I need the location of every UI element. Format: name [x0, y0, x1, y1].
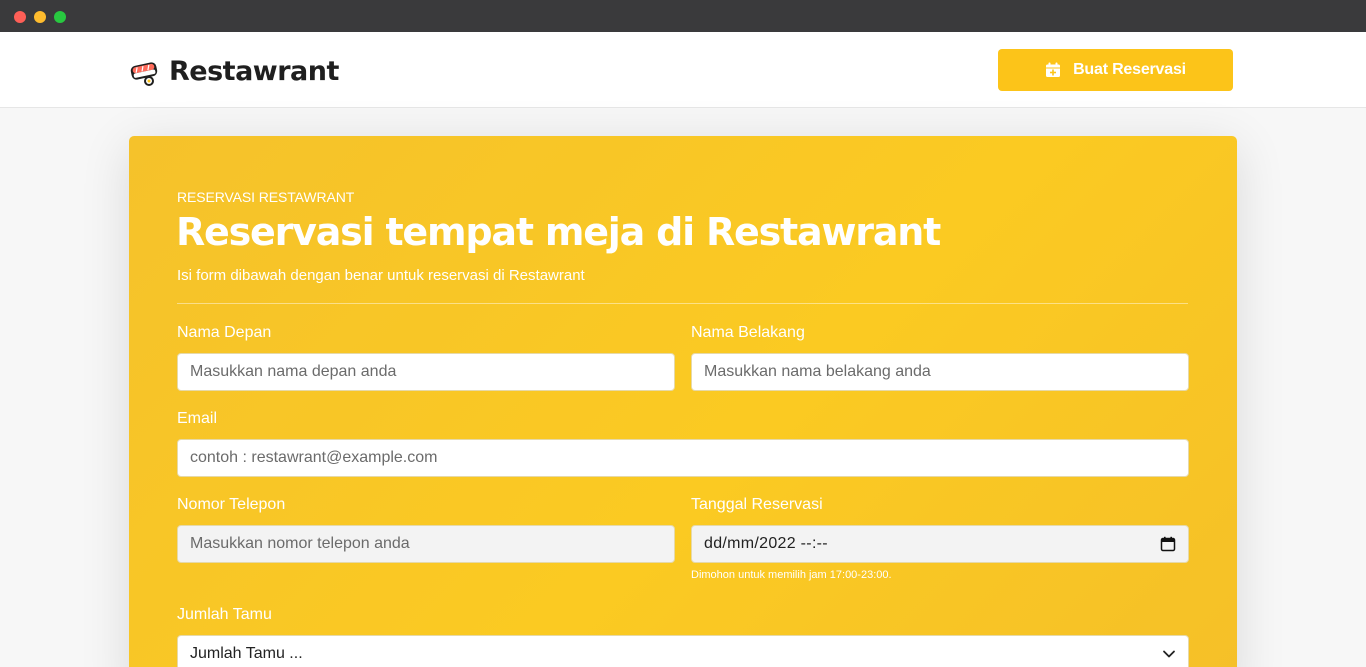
guests-label: Jumlah Tamu [177, 606, 272, 623]
divider [177, 303, 1188, 304]
page-subtitle: Isi form dibawah dengan benar untuk rese… [177, 267, 585, 284]
phone-field[interactable] [177, 525, 675, 563]
first-name-label: Nama Depan [177, 324, 272, 341]
phone-input[interactable] [190, 535, 662, 553]
phone-label: Nomor Telepon [177, 496, 286, 513]
calendar-plus-icon [1046, 62, 1061, 77]
navbar: Restawrant Buat Reservasi [0, 32, 1366, 108]
email-input[interactable] [190, 449, 1176, 467]
first-name-field[interactable] [177, 353, 675, 391]
minimize-window-button[interactable] [34, 11, 46, 23]
chevron-down-icon [1163, 650, 1175, 658]
first-name-input[interactable] [190, 363, 662, 381]
reservation-date-value: dd/mm/2022 --:-- [704, 535, 828, 552]
reservation-date-input[interactable]: dd/mm/2022 --:-- [691, 525, 1189, 563]
calendar-icon[interactable] [1160, 536, 1176, 552]
brand[interactable]: Restawrant [127, 54, 339, 88]
maximize-window-button[interactable] [54, 11, 66, 23]
window-titlebar [0, 0, 1366, 32]
make-reservation-label: Buat Reservasi [1073, 61, 1186, 78]
guests-selected-value: Jumlah Tamu ... [190, 645, 303, 662]
last-name-label: Nama Belakang [691, 324, 805, 341]
close-window-button[interactable] [14, 11, 26, 23]
brand-name: Restawrant [169, 55, 339, 87]
email-label: Email [177, 410, 218, 427]
last-name-field[interactable] [691, 353, 1189, 391]
reservation-card: RESERVASI RESTAWRANT Reservasi tempat me… [129, 136, 1237, 667]
last-name-input[interactable] [704, 363, 1176, 381]
reservation-date-label: Tanggal Reservasi [691, 496, 823, 513]
sushi-logo-icon [130, 62, 158, 86]
section-eyebrow: RESERVASI RESTAWRANT [177, 189, 355, 205]
page-title: Reservasi tempat meja di Restawrant [176, 210, 941, 254]
guests-select[interactable]: Jumlah Tamu ... [177, 635, 1189, 667]
make-reservation-button[interactable]: Buat Reservasi [998, 49, 1233, 91]
reservation-date-hint: Dimohon untuk memilih jam 17:00-23:00. [691, 569, 892, 581]
email-field[interactable] [177, 439, 1189, 477]
